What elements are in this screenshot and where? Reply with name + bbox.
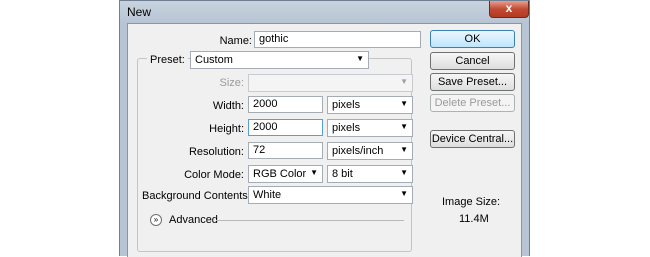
width-label: Width:: [212, 100, 244, 112]
height-unit-value: pixels: [332, 122, 361, 134]
chevron-down-icon: ▼: [400, 77, 408, 86]
image-size-label: Image Size:: [442, 196, 501, 208]
width-unit-select[interactable]: pixels ▼: [327, 96, 413, 114]
chevron-down-icon: ▼: [400, 145, 408, 154]
chevron-down-icon: ▼: [400, 99, 408, 108]
height-label: Height:: [209, 123, 244, 135]
chevron-down-icon: ▼: [400, 168, 408, 177]
chevron-down-icon: ▼: [400, 122, 408, 131]
name-input[interactable]: gothic: [254, 31, 421, 48]
preset-label: Preset:: [147, 54, 188, 66]
new-document-dialog: New x Name: gothic Preset: Custom ▼ Size…: [119, 0, 530, 257]
save-preset-button[interactable]: Save Preset...: [430, 73, 515, 91]
size-select: ▼: [248, 74, 413, 92]
color-mode-select[interactable]: RGB Color ▼: [248, 165, 323, 183]
resolution-input[interactable]: 72: [248, 142, 323, 159]
color-mode-value: RGB Color: [253, 168, 307, 180]
bit-depth-select[interactable]: 8 bit ▼: [327, 165, 413, 183]
background-contents-select[interactable]: White ▼: [248, 186, 413, 204]
close-button[interactable]: x: [489, 1, 529, 18]
name-label: Name:: [219, 35, 252, 47]
dialog-title: New: [127, 5, 152, 19]
resolution-label: Resolution:: [188, 146, 244, 158]
image-size-value: 11.4M: [459, 213, 489, 225]
expand-chevron-icon[interactable]: »: [150, 214, 162, 226]
device-central-button[interactable]: Device Central...: [430, 130, 515, 148]
height-input[interactable]: 2000: [248, 119, 323, 136]
height-unit-select[interactable]: pixels ▼: [327, 119, 413, 137]
background-contents-label: Background Contents:: [142, 190, 251, 202]
width-unit-value: pixels: [332, 99, 361, 111]
ok-button[interactable]: OK: [430, 30, 515, 48]
chevron-down-icon: ▼: [356, 54, 364, 63]
chevron-down-icon: ▼: [310, 168, 318, 177]
advanced-label[interactable]: Advanced: [169, 214, 218, 226]
background-contents-value: White: [253, 189, 282, 201]
close-icon: x: [505, 1, 513, 15]
preset-value: Custom: [195, 54, 233, 66]
width-input[interactable]: 2000: [248, 96, 323, 113]
chevron-down-icon: ▼: [400, 189, 408, 198]
dialog-client-area: Name: gothic Preset: Custom ▼ Size: ▼ Wi…: [127, 23, 522, 257]
size-label: Size:: [219, 77, 244, 89]
preset-select[interactable]: Custom ▼: [190, 51, 369, 69]
bit-depth-value: 8 bit: [332, 168, 353, 180]
color-mode-label: Color Mode:: [184, 169, 244, 181]
resolution-unit-value: pixels/inch: [332, 145, 384, 157]
cancel-button[interactable]: Cancel: [430, 52, 515, 70]
advanced-divider: [216, 220, 404, 221]
delete-preset-button: Delete Preset...: [430, 94, 515, 112]
resolution-unit-select[interactable]: pixels/inch ▼: [327, 142, 413, 160]
